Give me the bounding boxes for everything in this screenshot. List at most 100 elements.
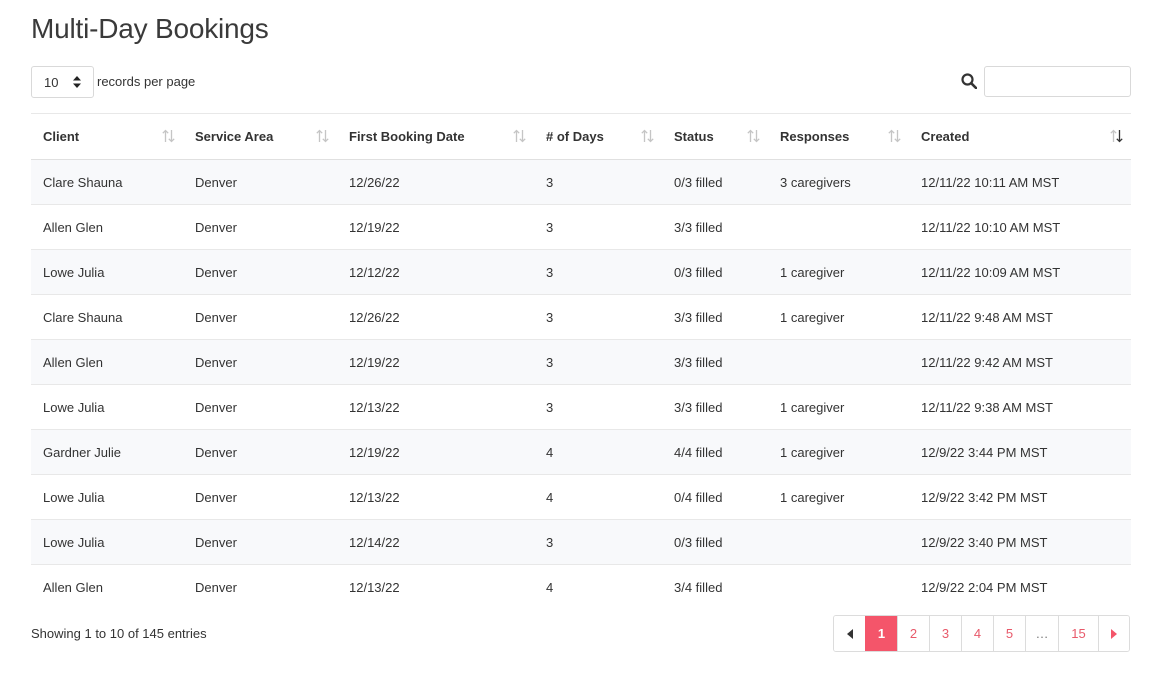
days-cell: 3 [546,354,554,370]
table-row[interactable]: Lowe Julia Denver 12/14/22 3 0/3 filled 12/9/… [31,519,1131,565]
table-row[interactable]: Allen Glen Denver 12/19/22 3 3/3 filled 12/11… [31,205,1131,250]
table-body: Clare Shauna Denver 12/26/22 3 0/3 filled 3 c… [31,159,1131,610]
page-button-5[interactable]: 5 [993,616,1025,651]
days-cell: 3 [546,534,554,550]
records-per-page-value: 10 [44,74,59,90]
records-per-page-label: records per page [97,74,196,89]
sort-icon [641,129,654,143]
days-cell: 4 [546,444,554,460]
sort-icon [162,129,175,143]
first-booking-date-cell: 12/19/22 [349,219,400,235]
days-cell: 4 [546,489,554,505]
column-header-label: Responses [780,129,850,144]
column-header-first-booking-date[interactable]: First Booking Date [337,114,534,160]
days-cell: 4 [546,579,554,595]
page-button-1[interactable]: 1 [865,616,897,651]
sort-icon [888,129,901,143]
table-row[interactable]: Gardner Julie Denver 12/19/22 4 4/4 filled 1 … [31,429,1131,475]
status-cell: 3/3 filled [674,309,723,325]
column-header-label: First Booking Date [349,129,465,144]
days-cell: 3 [546,399,554,415]
status-cell: 3/3 filled [674,219,723,235]
next-page-button[interactable] [1098,616,1129,651]
page-button-15[interactable]: 15 [1058,616,1098,651]
table-info: Showing 1 to 10 of 145 entries [31,626,207,641]
column-header-responses[interactable]: Responses [768,114,909,160]
table-row[interactable]: Clare Shauna Denver 12/26/22 3 3/3 filled 1 c… [31,295,1131,340]
search-icon [961,73,977,89]
table-row[interactable]: Allen Glen Denver 12/13/22 4 3/4 filled 12/9/… [31,565,1131,610]
column-header-status[interactable]: Status [662,114,768,160]
service-area-cell: Denver [195,264,237,280]
caret-right-icon [1111,628,1117,639]
column-header-client[interactable]: Client [31,114,183,160]
created-cell: 12/11/22 9:38 AM MST [921,399,1053,415]
pagination: 1 2 3 4 5… 15 [833,615,1130,652]
sort-icon [747,129,760,143]
table-row[interactable]: Lowe Julia Denver 12/13/22 4 0/4 filled 1 car… [31,475,1131,520]
search-input[interactable] [984,66,1131,97]
created-cell: 12/11/22 10:10 AM MST [921,219,1061,235]
responses-cell: 1 caregiver [780,489,845,505]
service-area-cell: Denver [195,579,237,595]
status-cell: 0/3 filled [674,174,723,190]
sort-caret-icon [73,76,81,88]
pagination-ellipsis: … [1025,616,1058,651]
first-booking-date-cell: 12/14/22 [349,534,400,550]
status-cell: 0/3 filled [674,534,723,550]
service-area-cell: Denver [195,309,237,325]
table-row[interactable]: Lowe Julia Denver 12/13/22 3 3/3 filled 1 car… [31,385,1131,430]
column-header-created[interactable]: Created [909,114,1131,160]
column-header-of-days[interactable]: # of Days [534,114,662,160]
caret-left-icon [846,628,853,639]
first-booking-date-cell: 12/13/22 [349,399,400,415]
status-cell: 3/4 filled [674,579,723,595]
status-cell: 4/4 filled [674,444,723,460]
responses-cell: 1 caregiver [780,444,845,460]
service-area-cell: Denver [195,219,237,235]
status-cell: 3/3 filled [674,399,723,415]
responses-cell: 1 caregiver [780,399,845,415]
table-row[interactable]: Lowe Julia Denver 12/12/22 3 0/3 filled 1 car… [31,249,1131,295]
client-cell: Lowe Julia [43,264,105,280]
records-per-page-select[interactable]: 10 [31,66,94,98]
created-cell: 12/11/22 9:48 AM MST [921,309,1053,325]
responses-cell [768,520,909,565]
days-cell: 3 [546,174,554,190]
page-button-4[interactable]: 4 [961,616,993,651]
first-booking-date-cell: 12/26/22 [349,309,400,325]
client-cell: Clare Shauna [43,309,123,325]
client-cell: Lowe Julia [43,534,105,550]
client-cell: Allen Glen [43,219,103,235]
page-button-3[interactable]: 3 [929,616,961,651]
service-area-cell: Denver [195,444,237,460]
created-cell: 12/11/22 9:42 AM MST [921,354,1053,370]
page-button-2[interactable]: 2 [897,616,929,651]
service-area-cell: Denver [195,489,237,505]
table-row[interactable]: Allen Glen Denver 12/19/22 3 3/3 filled 12/11… [31,339,1131,385]
bookings-table: Client Service Area First Booking Date # of… [31,113,1131,610]
column-header-service-area[interactable]: Service Area [183,114,337,160]
first-booking-date-cell: 12/13/22 [349,489,400,505]
column-header-label: Created [921,129,970,144]
responses-cell [768,340,909,385]
status-cell: 0/3 filled [674,264,723,280]
first-booking-date-cell: 12/19/22 [349,354,400,370]
created-cell: 12/11/22 10:09 AM MST [921,264,1061,280]
column-header-label: Status [674,129,714,144]
first-booking-date-cell: 12/13/22 [349,579,400,595]
client-cell: Allen Glen [43,579,103,595]
previous-page-button[interactable] [834,616,865,651]
first-booking-date-cell: 12/26/22 [349,174,400,190]
sort-icon [513,129,526,143]
days-cell: 3 [546,219,554,235]
status-cell: 0/4 filled [674,489,723,505]
table-row[interactable]: Clare Shauna Denver 12/26/22 3 0/3 filled 3 c… [31,159,1131,205]
table-header-row: Client Service Area First Booking Date # of… [31,113,1131,160]
service-area-cell: Denver [195,174,237,190]
created-cell: 12/9/22 3:40 PM MST [921,534,1048,550]
responses-cell: 1 caregiver [780,309,845,325]
column-header-label: Service Area [195,129,274,144]
responses-cell: 1 caregiver [780,264,845,280]
client-cell: Gardner Julie [43,444,122,460]
